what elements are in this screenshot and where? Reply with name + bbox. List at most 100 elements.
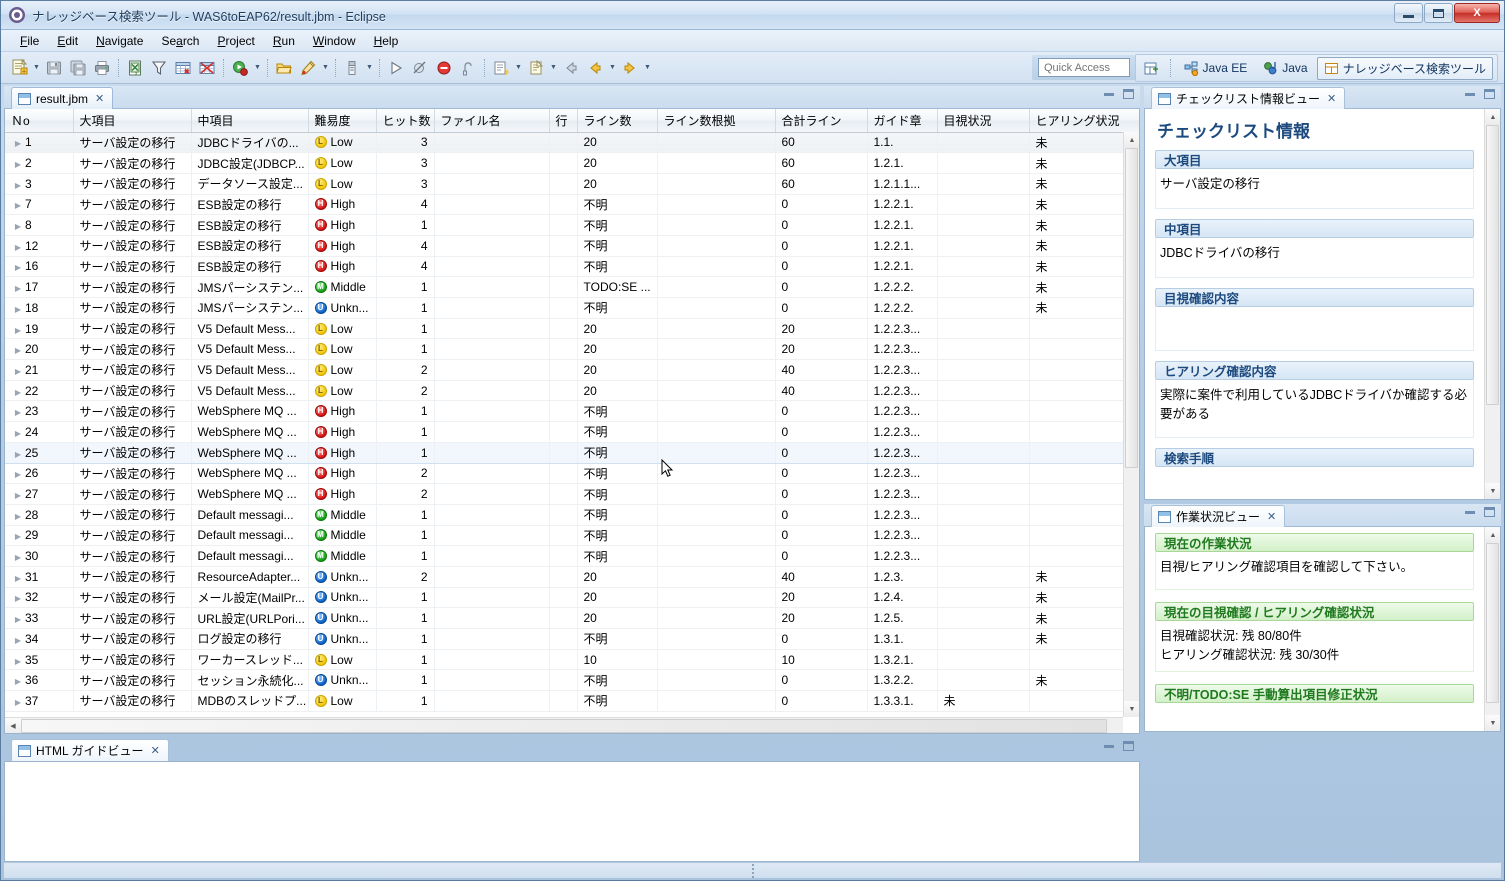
expand-triangle-icon[interactable]: ▶	[11, 594, 25, 603]
minimize-icon[interactable]	[1104, 744, 1114, 748]
table-row[interactable]: ▶ 22 サーバ設定の移行 V5 Default Mess... L Low 2 20 40 1.…	[5, 380, 1139, 402]
expand-triangle-icon[interactable]: ▶	[11, 181, 25, 190]
expand-triangle-icon[interactable]: ▶	[11, 677, 25, 686]
expand-triangle-icon[interactable]: ▶	[11, 305, 25, 314]
terminate-icon[interactable]	[433, 57, 455, 79]
save-all-icon[interactable]	[67, 57, 89, 79]
table-row[interactable]: ▶ 16 サーバ設定の移行 ESB設定の移行 H High 4 不明 0 1.2.2.1. 未	[5, 256, 1139, 278]
table-row[interactable]: ▶ 8 サーバ設定の移行 ESB設定の移行 H High 1 不明 0 1.2.2.1. 未	[5, 214, 1139, 236]
perspective-dropdown-icon[interactable]: ▼	[364, 57, 375, 79]
next-annotation-icon[interactable]	[490, 57, 512, 79]
table-row[interactable]: ▶ 28 サーバ設定の移行 Default messagi... M Middle 1 不明 0…	[5, 504, 1139, 526]
filter-icon[interactable]	[148, 57, 170, 79]
open-resource-icon[interactable]	[273, 57, 295, 79]
col-chapter[interactable]: ガイド章	[867, 109, 938, 133]
expand-triangle-icon[interactable]: ▶	[11, 429, 25, 438]
expand-triangle-icon[interactable]: ▶	[11, 574, 25, 583]
save-icon[interactable]	[43, 57, 65, 79]
table-row[interactable]: ▶ 34 サーバ設定の移行 ログ設定の移行 U Unkn... 1 不明 0 1.3.1. 未	[5, 628, 1139, 650]
status-scrollbar[interactable]: ▲ ▼	[1484, 527, 1500, 731]
scroll-up-arrow[interactable]: ▲	[1124, 132, 1139, 148]
table-row[interactable]: ▶ 2 サーバ設定の移行 JDBC設定(JDBCP... L Low 3 20 60 1.2.1.…	[5, 152, 1139, 174]
perspective-knowledge-base[interactable]: ナレッジベース検索ツール	[1316, 56, 1493, 80]
table-row[interactable]: ▶ 32 サーバ設定の移行 メール設定(MailPr... U Unkn... 1 20 20 1…	[5, 587, 1139, 609]
previous-edit-icon[interactable]	[525, 57, 547, 79]
scroll-left-arrow[interactable]: ◀	[5, 718, 21, 733]
expand-triangle-icon[interactable]: ▶	[11, 408, 25, 417]
table-row[interactable]: ▶ 30 サーバ設定の移行 Default messagi... M Middle 1 不明 0…	[5, 545, 1139, 567]
col-total[interactable]: 合計ライン	[775, 109, 868, 133]
checklist-scrollbar[interactable]: ▲ ▼	[1484, 109, 1500, 499]
maximize-icon[interactable]	[1123, 89, 1134, 99]
expand-triangle-icon[interactable]: ▶	[11, 450, 25, 459]
table-row[interactable]: ▶ 27 サーバ設定の移行 WebSphere MQ ... H High 2 不明 0 1.2.…	[5, 483, 1139, 505]
expand-triangle-icon[interactable]: ▶	[11, 201, 25, 210]
skip-breakpoints-icon[interactable]	[409, 57, 431, 79]
back-dropdown-icon[interactable]: ▼	[607, 57, 618, 79]
menu-navigate[interactable]: Navigate	[87, 32, 152, 50]
minimize-icon[interactable]	[1104, 92, 1114, 96]
expand-triangle-icon[interactable]: ▶	[11, 263, 25, 272]
forward-dropdown-icon[interactable]: ▼	[642, 57, 653, 79]
tab-checklist-info[interactable]: チェックリスト情報ビュー ✕	[1151, 87, 1346, 109]
horizontal-scroll-thumb[interactable]	[21, 719, 1107, 733]
expand-triangle-icon[interactable]: ▶	[11, 470, 25, 479]
run-external-dropdown-icon[interactable]: ▼	[320, 57, 331, 79]
scroll-up-arrow[interactable]: ▲	[1485, 527, 1500, 543]
table-row[interactable]: ▶ 35 サーバ設定の移行 ワーカースレッド... L Low 1 10 10 1.3.2.1.	[5, 649, 1139, 671]
quick-access-input[interactable]	[1038, 58, 1130, 77]
table-horizontal-scrollbar[interactable]: ◀	[5, 717, 1123, 733]
col-lines[interactable]: ライン数	[577, 109, 658, 133]
expand-triangle-icon[interactable]: ▶	[11, 532, 25, 541]
new-wizard-dropdown-icon[interactable]: ▼	[31, 57, 42, 79]
col-hits[interactable]: ヒット数	[376, 109, 435, 133]
vertical-scroll-thumb[interactable]	[1125, 148, 1138, 468]
minimize-button[interactable]	[1394, 3, 1423, 23]
new-wizard-icon[interactable]: +	[8, 57, 30, 79]
table-row[interactable]: ▶ 19 サーバ設定の移行 V5 Default Mess... L Low 1 20 20 1.…	[5, 318, 1139, 340]
forward-icon[interactable]	[619, 57, 641, 79]
maximize-button[interactable]	[1424, 3, 1453, 23]
table-row[interactable]: ▶ 31 サーバ設定の移行 ResourceAdapter... U Unkn... 2 20…	[5, 566, 1139, 588]
col-visual[interactable]: 目視状況	[937, 109, 1030, 133]
minimize-icon[interactable]	[1465, 510, 1475, 514]
expand-triangle-icon[interactable]: ▶	[11, 326, 25, 335]
col-difficulty[interactable]: 難易度	[308, 109, 377, 133]
close-icon[interactable]: ✕	[1267, 510, 1276, 523]
perspective-java-ee[interactable]: Java EE	[1177, 58, 1255, 79]
table-delete-icon[interactable]	[196, 57, 218, 79]
expand-triangle-icon[interactable]: ▶	[11, 491, 25, 500]
previous-edit-dropdown-icon[interactable]: ▼	[548, 57, 559, 79]
close-icon[interactable]: ✕	[151, 744, 160, 757]
table-row[interactable]: ▶ 33 サーバ設定の移行 URL設定(URLPori... U Unkn... 1 20 20…	[5, 607, 1139, 629]
col-basis[interactable]: ライン数根拠	[657, 109, 776, 133]
tab-html-guide[interactable]: HTML ガイドビュー ✕	[11, 739, 169, 761]
table-row[interactable]: ▶ 17 サーバ設定の移行 JMSパーシステン... M Middle 1 TODO:SE .…	[5, 276, 1139, 298]
disconnect-icon[interactable]	[457, 57, 479, 79]
table-row[interactable]: ▶ 12 サーバ設定の移行 ESB設定の移行 H High 4 不明 0 1.2.2.1. 未	[5, 235, 1139, 257]
status-scroll-thumb[interactable]	[1486, 543, 1499, 703]
perspective-java[interactable]: Java	[1256, 58, 1314, 79]
table-row[interactable]: ▶ 26 サーバ設定の移行 WebSphere MQ ... H High 2 不明 0 1.2.…	[5, 463, 1139, 485]
minimize-icon[interactable]	[1465, 92, 1475, 96]
table-row[interactable]: ▶ 25 サーバ設定の移行 WebSphere MQ ... H High 1 不明 0 1.2.…	[5, 441, 1139, 464]
scroll-down-arrow[interactable]: ▼	[1485, 483, 1500, 499]
table-row[interactable]: ▶ 37 サーバ設定の移行 MDBのスレッドプ... L Low 1 不明 0 1.3.3.1. 未	[5, 690, 1139, 712]
menu-edit[interactable]: Edit	[48, 32, 87, 50]
menu-file[interactable]: File	[11, 32, 48, 50]
col-filename[interactable]: ファイル名	[434, 109, 550, 133]
open-perspective-icon[interactable]	[1141, 57, 1163, 79]
back-icon[interactable]	[560, 57, 582, 79]
perspective-icon[interactable]	[341, 57, 363, 79]
table-row[interactable]: ▶ 21 サーバ設定の移行 V5 Default Mess... L Low 2 20 40 1.…	[5, 359, 1139, 381]
resize-grip[interactable]	[751, 863, 754, 878]
expand-triangle-icon[interactable]: ▶	[11, 139, 25, 148]
maximize-icon[interactable]	[1484, 89, 1495, 99]
expand-triangle-icon[interactable]: ▶	[11, 615, 25, 624]
expand-triangle-icon[interactable]: ▶	[11, 636, 25, 645]
table-add-icon[interactable]	[172, 57, 194, 79]
tab-work-status[interactable]: 作業状況ビュー ✕	[1151, 505, 1286, 527]
print-icon[interactable]	[91, 57, 113, 79]
expand-triangle-icon[interactable]: ▶	[11, 346, 25, 355]
table-row[interactable]: ▶ 36 サーバ設定の移行 セッション永続化... U Unkn... 1 不明 0 1.3.2.…	[5, 669, 1139, 692]
